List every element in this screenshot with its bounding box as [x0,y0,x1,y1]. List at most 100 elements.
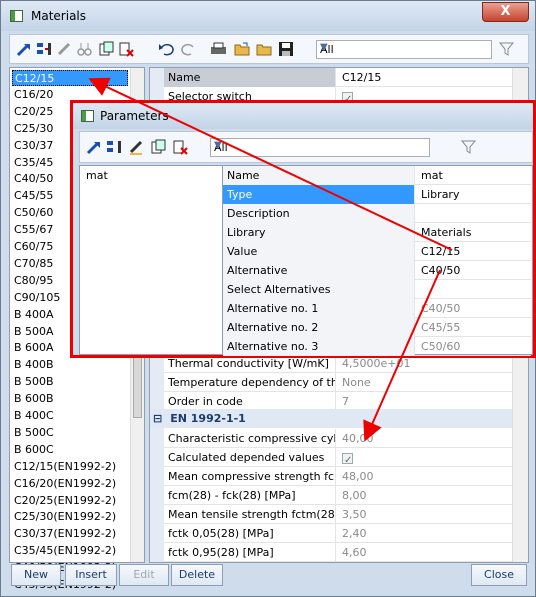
parameter-row[interactable]: Alternative no. 2 C45/55 [223,318,531,337]
edit-button[interactable]: Edit [119,564,169,586]
parameter-value[interactable]: mat [417,166,443,185]
property-name: Mean tensile strength fctm(28) [... [164,505,336,524]
property-name: Characteristic compressive cylin... [164,429,336,448]
parameter-row[interactable]: Library Materials [223,223,531,242]
material-list-item[interactable]: C25/30(EN1992-2) [12,509,128,525]
parameter-name: Alternative no. 1 [223,299,415,318]
edit-icon[interactable] [56,41,73,57]
filter-icon[interactable] [498,41,515,57]
close-button[interactable]: Close [471,564,527,586]
property-name: Temperature dependency of the... [164,373,336,392]
parameter-name: Alternative [223,261,415,280]
parameter-row[interactable]: Description [223,204,531,223]
material-list-item[interactable]: B 500C [12,425,128,441]
material-list-item[interactable]: C30/37(EN1992-2) [12,526,128,542]
folder-icon[interactable] [256,41,273,57]
edit-icon[interactable] [128,139,145,155]
parameter-value[interactable]: Library [417,185,459,204]
property-row[interactable]: Temperature dependency of the...None [164,373,512,392]
parameters-list: mat [79,165,223,355]
material-list-item[interactable]: B 600B [12,391,128,407]
insert-button[interactable]: Insert [65,564,117,586]
parameter-value[interactable]: C12/15 [417,242,460,261]
parameter-name: Alternative no. 3 [223,337,415,356]
material-list-item[interactable]: C35/45(EN1992-2) [12,543,128,559]
parameter-row[interactable]: Alternative no. 1 C40/50 [223,299,531,318]
material-list-item[interactable]: C12/15(EN1992-2) [12,459,128,475]
property-value[interactable]: 2,40 [338,524,367,543]
property-row[interactable]: fcm(28) - fck(28) [MPa] 8,00 [164,486,512,505]
parameter-name: Select Alternatives [223,280,415,299]
property-row[interactable]: Mean tensile strength fctm(28) [...3,50 [164,505,512,524]
property-row[interactable]: Calculated depended values [164,448,512,470]
property-row[interactable]: Mean compressive strength fcm...48,00 [164,467,512,486]
property-row[interactable]: fctk 0,95(28) [MPa] 4,60 [164,543,512,562]
parameters-window-icon [81,110,94,122]
parameter-value[interactable]: C40/50 [417,261,460,280]
undo-icon[interactable] [158,41,175,57]
filter-icon[interactable] [460,139,477,155]
property-row[interactable]: fctk 0,05(28) [MPa] 2,40 [164,524,512,543]
chevron-down-icon[interactable]: ▼ [320,42,488,53]
material-list-item[interactable]: C16/20(EN1992-2) [12,476,128,492]
save-icon[interactable] [278,41,295,57]
chevron-down-icon[interactable]: ▼ [214,140,426,151]
property-value[interactable] [338,448,353,470]
main-toolbar: All ▼ [9,34,529,64]
delete-icon[interactable] [172,139,189,155]
parameter-row[interactable]: Type Library [223,185,531,204]
property-value[interactable]: C12/15 [338,68,381,87]
parameter-value[interactable]: C45/55 [417,318,460,337]
new-icon[interactable] [86,139,103,155]
paste-icon[interactable] [150,139,167,155]
close-window-button[interactable]: X [482,2,529,22]
property-value[interactable]: 4,60 [338,543,367,562]
parameter-name: Alternative no. 2 [223,318,415,337]
title-bar[interactable]: Materials X [1,1,535,31]
redo-icon[interactable] [180,41,197,57]
new-icon[interactable] [16,41,33,57]
property-value[interactable]: None [338,373,371,392]
material-list-item[interactable]: B 400C [12,408,128,424]
property-value[interactable]: 48,00 [338,467,374,486]
checkbox[interactable] [342,451,353,470]
property-row[interactable]: Name C12/15 [164,68,512,87]
import-icon[interactable] [36,41,53,57]
parameter-row[interactable]: Alternative no. 3 C50/60 [223,337,531,356]
copy-icon[interactable] [76,41,93,57]
parameter-value[interactable]: C50/60 [417,337,460,356]
section-header-en1992[interactable]: ⊟ EN 1992-1-1 [150,409,512,428]
delete-icon[interactable] [118,41,135,57]
print-icon[interactable] [210,41,227,57]
property-value[interactable]: 8,00 [338,486,367,505]
collapse-icon[interactable]: ⊟ [153,412,162,425]
parameter-row[interactable]: Alternative C40/50 [223,261,531,280]
parameter-row[interactable]: Value C12/15 [223,242,531,261]
window-title: Materials [31,9,87,23]
material-list-item[interactable]: B 500B [12,374,128,390]
new-button[interactable]: New [11,564,61,586]
property-name: Mean compressive strength fcm... [164,467,336,486]
open-folder-icon[interactable] [234,41,251,57]
material-list-item[interactable]: C12/15 [12,70,128,86]
parameters-title-bar[interactable]: Parameters [73,103,533,129]
property-value[interactable]: 3,50 [338,505,367,524]
parameter-name: Type [223,185,415,204]
delete-button[interactable]: Delete [171,564,223,586]
parameter-row[interactable]: Select Alternatives [223,280,531,299]
filter-combo[interactable]: All ▼ [316,40,492,59]
property-name: fctk 0,05(28) [MPa] [164,524,336,543]
parameter-value[interactable]: Materials [417,223,471,242]
property-row[interactable]: Characteristic compressive cylin...40,00 [164,429,512,448]
parameter-row[interactable]: Name mat [223,166,531,185]
property-value[interactable]: 40,00 [338,429,374,448]
parameter-value[interactable]: C40/50 [417,299,460,318]
parameters-filter-combo[interactable]: All ▼ [210,138,430,157]
parameter-list-item[interactable]: mat [84,168,200,184]
material-list-item[interactable]: B 400B [12,357,128,373]
material-list-item[interactable]: C20/25(EN1992-2) [12,493,128,509]
parameter-name: Library [223,223,415,242]
paste-icon[interactable] [98,41,115,57]
import-icon[interactable] [106,139,123,155]
material-list-item[interactable]: B 600C [12,442,128,458]
